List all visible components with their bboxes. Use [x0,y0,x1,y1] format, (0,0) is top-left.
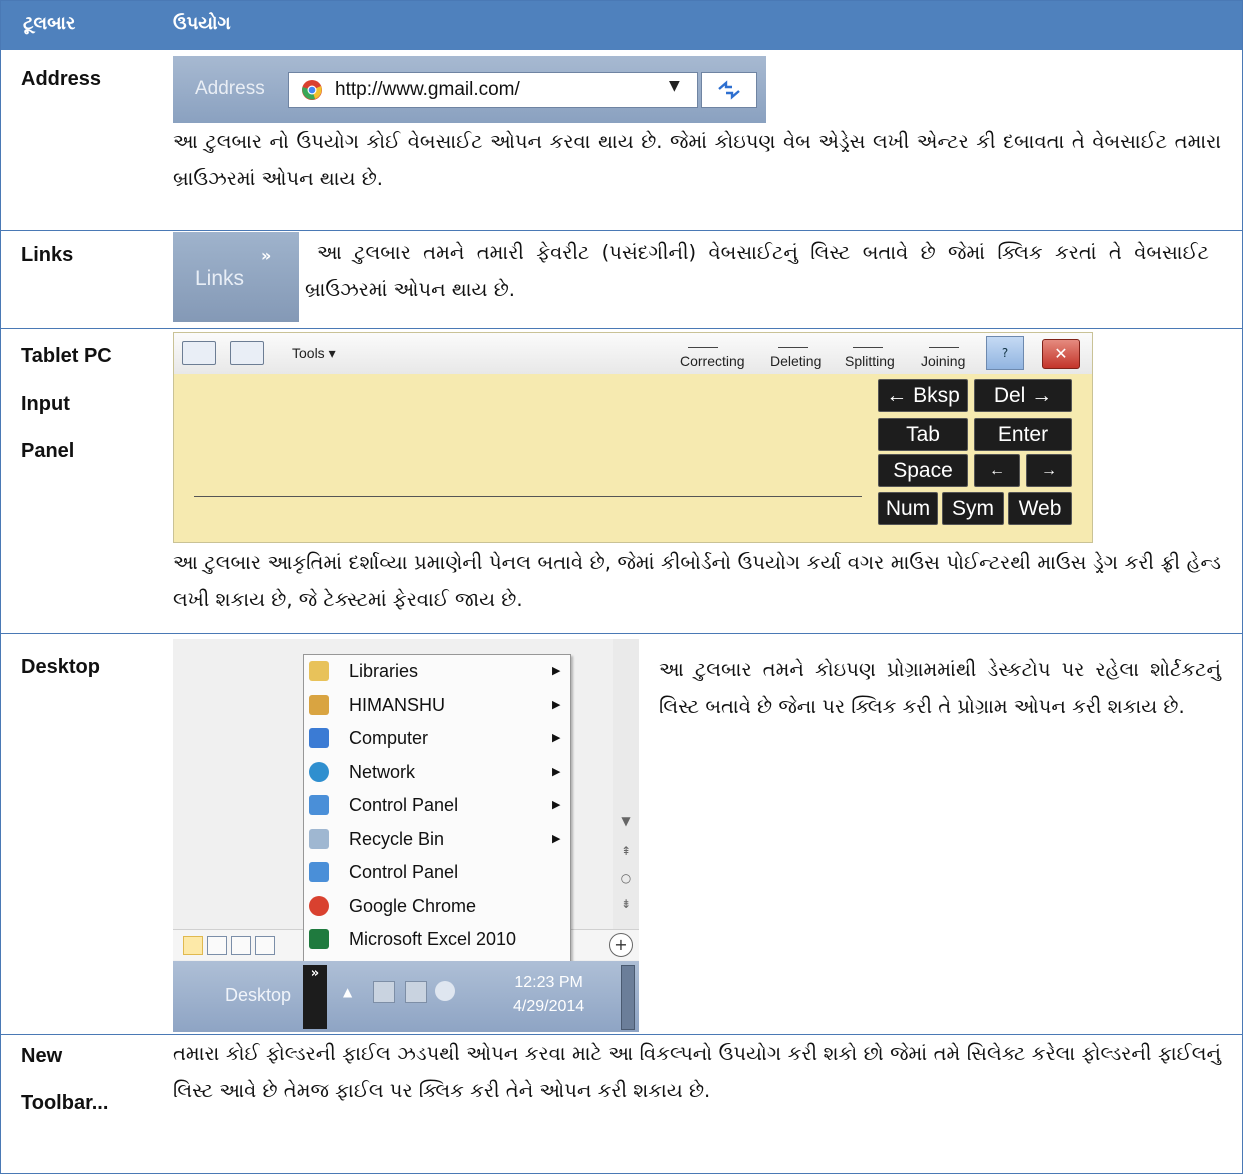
links-description: આ ટુલબાર તમને તમારી ફેવરીટ (પસંદગીની) વે… [305,241,1209,301]
action-correcting[interactable]: Correcting [680,347,745,369]
clock-date: 4/29/2014 [513,998,585,1015]
help-icon[interactable]: ? [986,336,1024,370]
tools-menu[interactable]: Tools ▾ [292,345,336,362]
menu-item[interactable]: Microsoft Excel 2010 [304,923,570,956]
row-divider [1,328,1242,329]
show-hidden-icons-icon[interactable]: ▲ [343,985,352,999]
go-button[interactable] [701,72,757,108]
table-header: ટૂલબાર ઉપયોગ [1,1,1242,50]
menu-item[interactable]: Computer ▶ [304,722,570,755]
row-divider [1,230,1242,231]
clock[interactable]: 12:23 PM 4/29/2014 [513,971,584,1019]
row-label-address: Address [21,68,102,90]
view-icon[interactable] [183,936,203,955]
add-icon[interactable]: + [609,933,633,957]
menu-item[interactable]: Google Chrome [304,890,570,923]
desktop-menu: Libraries ▶ HIMANSHU ▶ Computer ▶ Network ▶ … [303,654,571,963]
key-tab[interactable]: Tab [878,418,968,451]
writing-baseline [194,496,862,497]
chevron-right-icon: » [261,246,272,265]
menu-item[interactable]: Libraries ▶ [304,655,570,688]
key-sym[interactable]: Sym [942,492,1004,525]
excel-icon [309,929,329,949]
menu-item[interactable]: Control Panel ▶ [304,789,570,822]
menu-item[interactable]: HIMANSHU ▶ [304,689,570,722]
header-toolbar: ટૂલબાર [23,13,76,34]
key-delete[interactable]: Del → [974,379,1072,412]
address-url: http://www.gmail.com/ [335,79,520,100]
links-shot-label: Links [195,267,245,290]
action-joining[interactable]: Joining [921,347,965,369]
network-tray-icon[interactable] [405,981,427,1003]
recycle-bin-icon [309,829,329,849]
action-splitting[interactable]: Splitting [845,347,895,369]
key-enter[interactable]: Enter [974,418,1072,451]
view-icon[interactable] [231,936,251,955]
user-folder-icon [309,695,329,715]
show-desktop-button[interactable] [621,965,635,1030]
key-left-arrow[interactable]: ← [974,454,1020,487]
row-label-links: Links [21,244,74,266]
row-divider [1,633,1242,634]
address-input[interactable]: http://www.gmail.com/ ▼ [288,72,698,108]
view-icon[interactable] [207,936,227,955]
key-right-arrow[interactable]: → [1026,454,1072,487]
dropdown-arrow-icon[interactable]: ▼ [669,78,680,94]
row-label-tablet-3: Panel [21,440,75,462]
refresh-arrows-icon [718,80,740,100]
writing-pad-icon[interactable] [182,341,216,365]
menu-item[interactable]: Control Panel [304,856,570,889]
taskbar-desktop-label: Desktop [225,985,292,1005]
tablet-panel-toolbar: Tools ▾ Correcting Deleting Splitting Jo… [174,333,1092,374]
row-label-desktop: Desktop [21,656,100,678]
close-icon[interactable]: ✕ [1042,339,1080,369]
links-toolbar-screenshot[interactable]: » Links [173,232,299,322]
header-usage: ઉપયોગ [173,13,231,34]
chrome-icon [302,80,322,100]
keyboard-icon[interactable] [230,341,264,365]
row-label-tablet-2: Input [21,393,70,415]
menu-item[interactable]: Network ▶ [304,756,570,789]
row-label-tablet-1: Tablet PC [21,345,112,367]
view-icon[interactable] [255,936,275,955]
folder-icon [309,661,329,681]
key-backspace[interactable]: ← Bksp [878,379,968,412]
tablet-input-panel-screenshot: Tools ▾ Correcting Deleting Splitting Jo… [173,332,1093,543]
network-icon [309,762,329,782]
chrome-icon [309,896,329,916]
clock-time: 12:23 PM [514,974,583,991]
chevron-right-icon[interactable]: » [303,965,327,1029]
menu-item[interactable]: Recycle Bin ▶ [304,823,570,856]
tablet-description: આ ટુલબાર આકૃતિમાં દર્શાવ્યા પ્રમાણેની પે… [173,551,1221,611]
control-panel-icon [309,795,329,815]
key-space[interactable]: Space [878,454,968,487]
row-label-new-2: Toolbar... [21,1092,109,1114]
new-toolbar-description: તમારા કોઈ ફોલ્ડરની ફાઈલ ઝડપથી ઓપન કરવા મ… [173,1042,1221,1102]
action-center-icon[interactable] [373,981,395,1003]
control-panel-icon [309,862,329,882]
taskbar: Desktop » ▲ 12:23 PM 4/29/2014 [173,961,639,1032]
address-description: આ ટુલબાર નો ઉપયોગ કોઈ વેબસાઈટ ઓપન કરવા થ… [173,130,1221,190]
toolbar-usage-table: ટૂલબાર ઉપયોગ Address Address http://www.… [0,0,1243,1174]
desktop-toolbar-screenshot: ▼ ⇞ ○ ⇟ + Libraries ▶ HIMANSHU ▶ Computer ▶… [173,639,639,1032]
row-label-new-1: New [21,1045,63,1067]
address-shot-label: Address [195,78,265,99]
volume-icon[interactable] [435,981,455,1001]
desktop-description: આ ટુલબાર તમને કોઇપણ પ્રોગ્રામમાંથી ડેસ્ક… [659,658,1221,718]
key-num[interactable]: Num [878,492,938,525]
key-web[interactable]: Web [1008,492,1072,525]
action-deleting[interactable]: Deleting [770,347,821,369]
scroll-controls[interactable]: ▼ ⇞ ○ ⇟ [613,639,639,932]
computer-icon [309,728,329,748]
address-toolbar-screenshot: Address http://www.gmail.com/ ▼ [173,56,766,123]
